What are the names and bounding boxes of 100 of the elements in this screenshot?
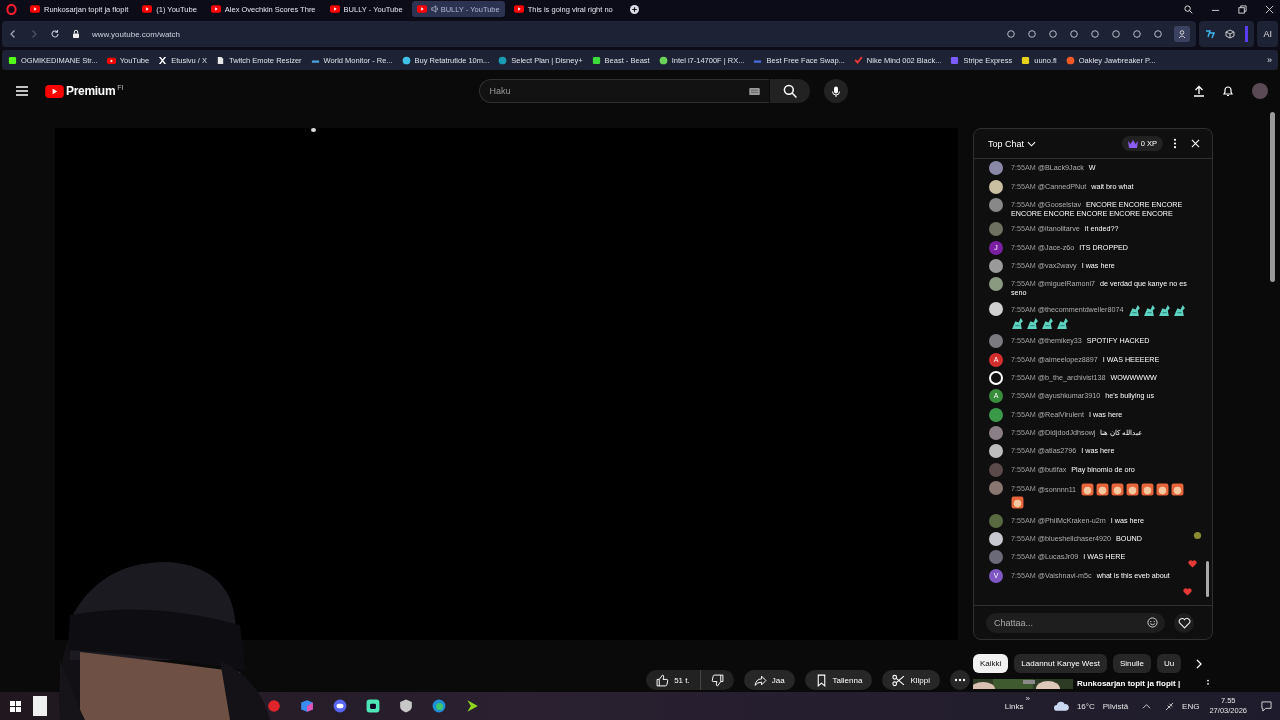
lock-icon[interactable] [71, 29, 81, 39]
speaker-icon[interactable] [430, 5, 439, 13]
emoji-icon[interactable] [1147, 617, 1158, 628]
emote-icon [1126, 483, 1140, 497]
heart-button[interactable] [1174, 612, 1194, 633]
more-options-icon[interactable] [1206, 679, 1211, 687]
site-icon [853, 55, 863, 65]
ai-button[interactable]: AI [1257, 21, 1278, 47]
chevron-right-icon[interactable] [1195, 658, 1204, 669]
emote-icon [1128, 303, 1142, 317]
more-button[interactable] [950, 670, 970, 690]
chevron-down-icon [1027, 140, 1037, 147]
reaction-icon [1193, 531, 1202, 540]
site-icon [8, 55, 17, 65]
thumbs-up-icon [656, 673, 670, 687]
clip-button[interactable]: Klippi [882, 670, 940, 690]
heart-icon [1177, 616, 1191, 629]
site-icon [658, 55, 668, 65]
youtube-icon [513, 5, 524, 13]
microphone-icon [829, 84, 842, 98]
new-tab-icon[interactable] [629, 4, 639, 14]
taskbar-app-icon[interactable] [333, 699, 347, 713]
youtube-icon [416, 5, 427, 13]
emote-icon [1171, 483, 1185, 497]
chat-scrollbar[interactable] [1206, 561, 1209, 597]
sidebar-indicator [1245, 26, 1249, 42]
video-title[interactable]: Runkosarjan topit ja flopit | [1077, 679, 1181, 689]
upload-icon[interactable] [1193, 85, 1205, 97]
reload-icon[interactable] [50, 29, 60, 39]
save-button[interactable]: Tallenna [804, 670, 873, 690]
site-icon [591, 55, 601, 65]
crown-icon [1127, 139, 1138, 148]
address-bar[interactable]: www.youtube.com/watch [2, 21, 1197, 47]
close-icon[interactable] [1265, 4, 1274, 14]
microphone-button[interactable] [823, 79, 848, 103]
site-icon [498, 55, 508, 65]
more-icon [954, 678, 966, 682]
keyboard-icon[interactable] [748, 87, 760, 95]
emote-icon [1096, 483, 1110, 497]
language-indicator[interactable]: ENG [1182, 701, 1200, 711]
taskbar-app-icon[interactable] [366, 699, 380, 713]
site-icon [216, 55, 226, 65]
filter-chip[interactable]: Uu [1156, 654, 1182, 673]
taskbar-app-icon[interactable] [399, 699, 413, 713]
emote-icon [1173, 303, 1187, 317]
toolbar-icon[interactable] [1111, 29, 1122, 39]
youtube-icon [30, 5, 40, 13]
back-icon[interactable] [8, 29, 18, 39]
site-icon [1021, 55, 1031, 65]
toolbar-icon[interactable] [1027, 29, 1038, 39]
heart-icon [1188, 559, 1197, 568]
filter-chip[interactable]: Kaikki [973, 654, 1009, 673]
search-icon [782, 84, 797, 98]
taskbar-search-field[interactable] [33, 696, 47, 716]
profile-icon[interactable] [1174, 26, 1191, 42]
bell-icon[interactable] [1222, 85, 1234, 97]
toolbar-icon[interactable] [1006, 29, 1017, 39]
url-text: www.youtube.com/watch [92, 29, 181, 39]
like-button[interactable]: 51 t. [646, 670, 701, 690]
site-icon [950, 55, 960, 65]
filter-chip[interactable]: Ladannut Kanye West [1014, 654, 1107, 673]
search-button[interactable] [769, 79, 810, 103]
toolbar-icon[interactable] [1069, 29, 1080, 39]
chat-mode-dropdown[interactable]: Top Chat [988, 138, 1037, 149]
menu-icon[interactable] [16, 86, 28, 96]
site-icon [1065, 55, 1075, 65]
more-options-icon[interactable] [1173, 138, 1177, 149]
site-icon [401, 55, 411, 65]
share-button[interactable]: Jaa [743, 670, 795, 690]
chat-input-field[interactable]: Chattaa... [986, 612, 1165, 633]
emote-icon [1143, 303, 1157, 317]
restore-icon[interactable] [1238, 4, 1247, 14]
emote-icon [1081, 483, 1095, 497]
cube-icon[interactable] [1225, 29, 1236, 39]
heart-icon [1183, 587, 1192, 596]
toolbar-icon[interactable] [1048, 29, 1059, 39]
toolbar-icon[interactable] [1090, 29, 1101, 39]
temperature-text[interactable]: 16°C [1076, 701, 1095, 711]
taskbar-app-icon[interactable] [465, 699, 479, 713]
page-scrollbar[interactable] [1270, 112, 1275, 282]
network-icon[interactable] [1165, 701, 1175, 711]
weather-text[interactable]: Pilvistä [1102, 701, 1129, 711]
filter-chip[interactable]: Sinulle [1112, 654, 1151, 673]
toolbar-icon[interactable] [1132, 29, 1143, 39]
toolbar-icon[interactable] [1153, 29, 1164, 39]
thumbs-down-icon [710, 673, 724, 687]
more-bookmarks-button[interactable]: » [1267, 55, 1272, 65]
notification-icon[interactable] [1261, 700, 1272, 712]
cloud-icon [1053, 701, 1069, 711]
search-icon[interactable] [1184, 4, 1193, 14]
emote-icon [1041, 316, 1054, 330]
caret-icon[interactable] [1142, 701, 1152, 711]
browser-logo-icon[interactable] [6, 3, 17, 15]
youtube-icon [142, 5, 153, 13]
windows-start-icon[interactable] [10, 700, 21, 712]
extension-icon[interactable] [1205, 29, 1216, 39]
taskbar-more-button[interactable]: » [1025, 694, 1030, 703]
search-field[interactable]: Haku [478, 79, 769, 103]
toolbar-links-label[interactable]: Links [1004, 701, 1024, 711]
taskbar-app-icon[interactable] [432, 699, 446, 713]
